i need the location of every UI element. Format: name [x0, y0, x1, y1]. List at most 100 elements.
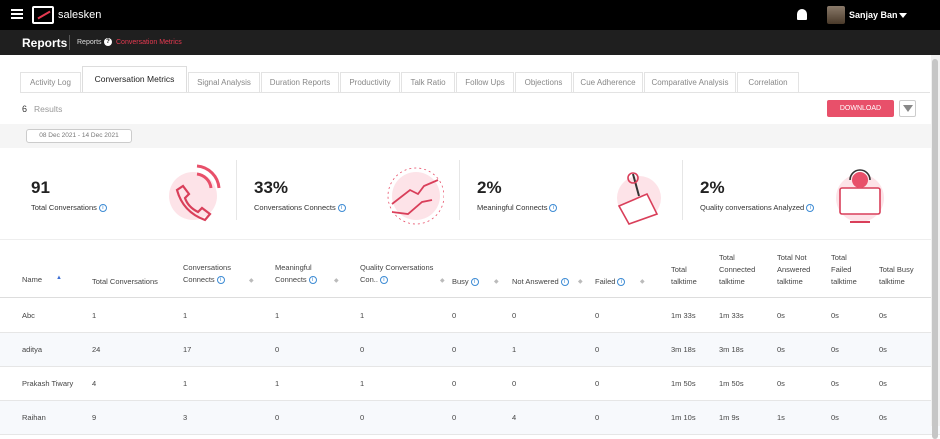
bell-icon[interactable]	[797, 9, 807, 20]
filter-bar	[0, 124, 940, 148]
tab-correlation[interactable]: Correlation	[737, 72, 799, 92]
scrollbar-thumb[interactable]	[932, 59, 938, 439]
reports-header: Reports Reports ? Conversation Metrics	[0, 30, 940, 55]
brand-name: salesken	[58, 9, 102, 21]
divider	[69, 35, 70, 50]
table-row[interactable]: Abc 1 1 1 1 0 0 0 1m 33s 1m 33s 0s 0s 0s	[0, 299, 940, 333]
col-total-failed-talktime[interactable]: Total Failed talktime	[831, 252, 865, 288]
filter-icon[interactable]	[899, 100, 916, 117]
cell-total-talktime: 1m 10s	[671, 413, 696, 422]
table-row[interactable]: Raihan 9 3 0 0 0 4 0 1m 10s 1m 9s 1s 0s 0s	[0, 401, 940, 435]
salesken-logo[interactable]	[32, 6, 54, 24]
col-total-connected-talktime[interactable]: Total Connected talktime	[719, 252, 769, 288]
stat-value: 2%	[477, 178, 502, 197]
col-header-line2: talktime	[777, 277, 803, 286]
sort-icon[interactable]: ◆	[578, 276, 583, 288]
info-icon[interactable]: i	[98, 204, 107, 213]
vertical-scrollbar[interactable]	[931, 55, 940, 439]
download-button[interactable]: DOWNLOAD	[827, 100, 894, 117]
tab-cue-adherence[interactable]: Cue Adherence	[573, 72, 643, 92]
col-header-line1: Total Busy	[879, 265, 914, 274]
col-name[interactable]: Name ▲	[22, 274, 62, 286]
stat-meaningful-connects: 2% Meaningful Connects i	[477, 148, 683, 240]
date-range-picker[interactable]: 08 Dec 2021 - 14 Dec 2021	[26, 129, 132, 143]
col-failed[interactable]: Failed i ◆	[595, 276, 645, 288]
info-icon[interactable]: i	[806, 204, 815, 213]
tab-follow-ups[interactable]: Follow Ups	[456, 72, 514, 92]
col-total-conversations[interactable]: Total Conversations	[92, 276, 158, 288]
col-header-label: Connects	[275, 275, 307, 284]
col-quality-conversations[interactable]: Quality Conversations Con.. i ◆	[360, 262, 445, 286]
col-total-not-answered-talktime[interactable]: Total Not Answered talktime	[777, 252, 823, 288]
table-row[interactable]: Prakash Tiwary 4 1 1 1 0 0 0 1m 50s 1m 50s 0s 0s 0s	[0, 367, 940, 401]
cell-connected-talktime: 1m 33s	[719, 311, 744, 320]
info-icon[interactable]: i	[560, 278, 569, 287]
stat-conversations-connects: 33% Conversations Connects i	[254, 148, 460, 240]
info-icon[interactable]: i	[549, 204, 558, 213]
sort-icon[interactable]: ◆	[440, 275, 445, 287]
page-title: Reports	[22, 36, 68, 50]
breadcrumb-current: Conversation Metrics	[116, 39, 182, 46]
stat-value: 33%	[254, 178, 289, 197]
cell-failed: 0	[595, 311, 600, 320]
col-total-busy-talktime[interactable]: Total Busy talktime	[879, 264, 914, 288]
cell-meaningful-connects: 0	[275, 345, 280, 354]
breadcrumb-reports[interactable]: Reports	[77, 39, 102, 46]
cell-busy: 0	[452, 311, 457, 320]
cell-connected-talktime: 3m 18s	[719, 345, 744, 354]
col-header-line2: talktime	[671, 277, 697, 286]
help-icon[interactable]: ?	[104, 38, 112, 46]
info-icon[interactable]: i	[308, 276, 317, 285]
cell-total-conversations: 1	[92, 311, 97, 320]
divider	[236, 160, 237, 220]
stat-value: 2%	[700, 178, 725, 197]
tab-objections[interactable]: Objections	[515, 72, 572, 92]
cell-total-conversations: 9	[92, 413, 97, 422]
col-header-label: Connects	[183, 275, 215, 284]
col-conversations-connects[interactable]: Conversations Connects i ◆	[183, 262, 254, 286]
table-row[interactable]: aditya 24 17 0 0 0 1 0 3m 18s 3m 18s 0s 0s 0s	[0, 333, 940, 367]
tab-divider	[20, 92, 930, 93]
tab-comparative-analysis[interactable]: Comparative Analysis	[644, 72, 736, 92]
info-icon[interactable]: i	[617, 278, 626, 287]
stat-total-conversations: 91 Total Conversations i	[31, 148, 237, 240]
menu-icon[interactable]	[11, 9, 23, 19]
cell-busy-talktime: 0s	[879, 379, 887, 388]
cell-total-conversations: 4	[92, 379, 97, 388]
cell-quality-conversations: 0	[360, 413, 365, 422]
avatar[interactable]	[827, 6, 845, 24]
cell-failed: 0	[595, 345, 600, 354]
info-icon[interactable]: i	[216, 276, 225, 285]
col-header-line1: Conversations	[183, 263, 231, 272]
col-header-line1: Total Failed	[831, 253, 852, 274]
tab-talk-ratio[interactable]: Talk Ratio	[401, 72, 455, 92]
col-header-line1: Meaningful	[275, 263, 312, 272]
info-icon[interactable]: i	[337, 204, 346, 213]
user-name[interactable]: Sanjay Ban	[849, 10, 898, 20]
sort-icon[interactable]: ◆	[494, 276, 499, 288]
sort-icon[interactable]: ◆	[640, 276, 645, 288]
sort-icon[interactable]: ◆	[249, 275, 254, 287]
tab-productivity[interactable]: Productivity	[340, 72, 400, 92]
cell-failed-talktime: 0s	[831, 311, 839, 320]
caret-down-icon[interactable]	[899, 13, 907, 18]
info-icon[interactable]: i	[379, 276, 388, 285]
tab-signal-analysis[interactable]: Signal Analysis	[188, 72, 260, 92]
sort-icon[interactable]: ▲	[56, 272, 62, 284]
col-header-label: Failed	[595, 277, 616, 286]
stat-value: 91	[31, 178, 50, 197]
tab-activity-log[interactable]: Activity Log	[20, 72, 81, 92]
tab-duration-reports[interactable]: Duration Reports	[261, 72, 339, 92]
col-total-talktime[interactable]: Total talktime	[671, 264, 697, 288]
sort-icon[interactable]: ◆	[334, 275, 339, 287]
info-icon[interactable]: i	[470, 278, 479, 287]
col-header-line1: Quality Conversations	[360, 263, 434, 272]
cell-conversations-connects: 3	[183, 413, 188, 422]
col-busy[interactable]: Busy i ◆	[452, 276, 499, 288]
col-header-label: Con..	[360, 275, 378, 284]
col-not-answered[interactable]: Not Answered i ◆	[512, 276, 583, 288]
col-meaningful-connects[interactable]: Meaningful Connects i ◆	[275, 262, 339, 286]
col-header-line2: Con.. i ◆	[360, 274, 445, 286]
tab-conversation-metrics[interactable]: Conversation Metrics	[82, 66, 187, 93]
cell-total-talktime: 1m 33s	[671, 311, 696, 320]
